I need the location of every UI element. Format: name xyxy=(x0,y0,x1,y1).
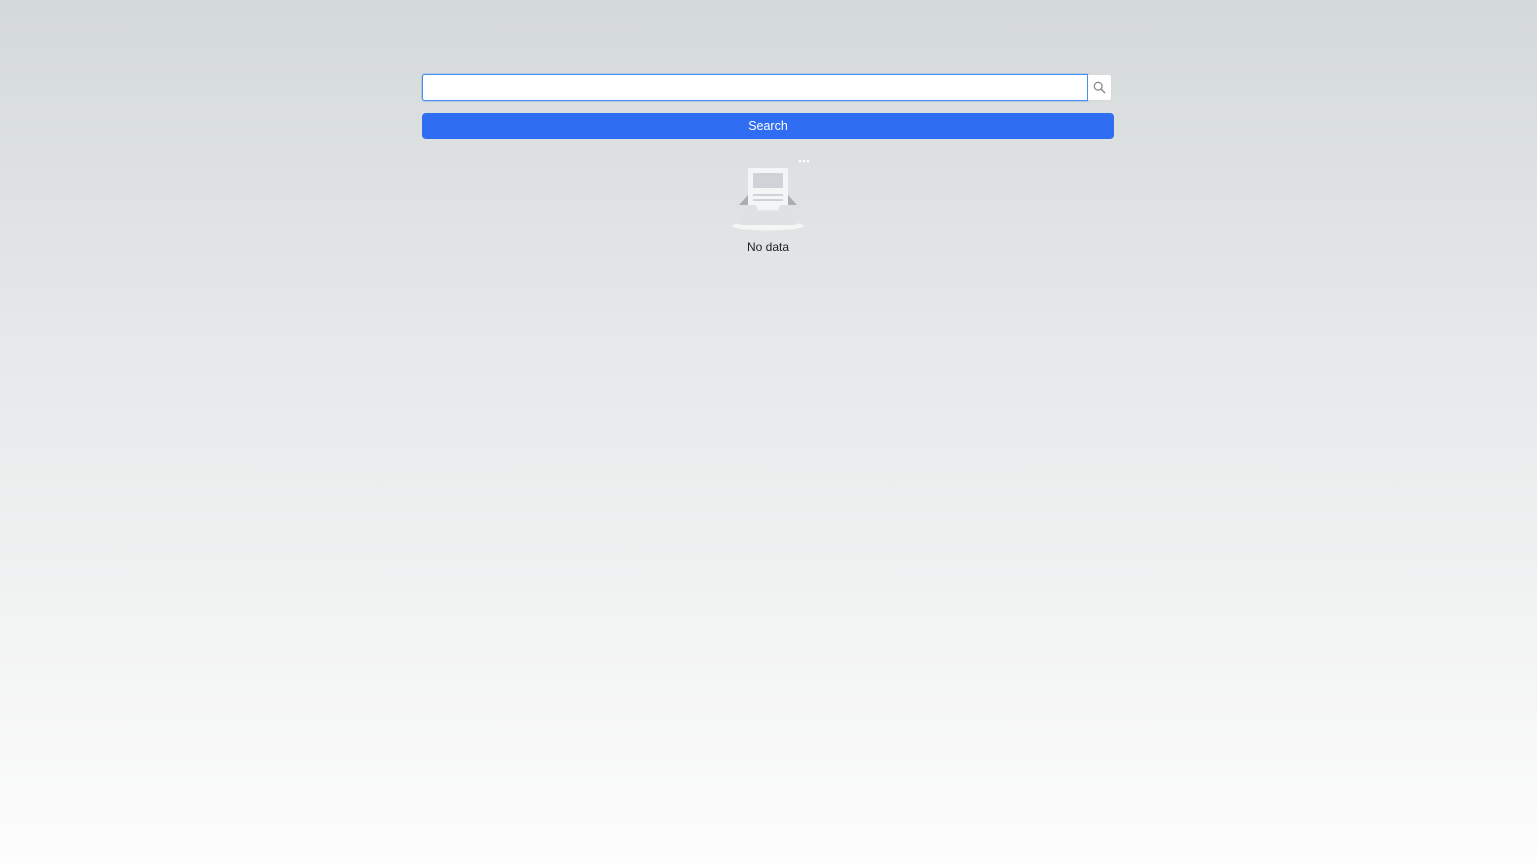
empty-state-text: No data xyxy=(746,240,790,254)
search-addon-button[interactable] xyxy=(1088,74,1112,101)
search-icon xyxy=(1093,81,1106,94)
empty-state: No data xyxy=(718,155,818,254)
search-input[interactable] xyxy=(422,74,1088,101)
search-button[interactable]: Search xyxy=(422,113,1114,139)
empty-inbox-icon xyxy=(732,159,810,231)
search-bar xyxy=(422,74,1112,101)
